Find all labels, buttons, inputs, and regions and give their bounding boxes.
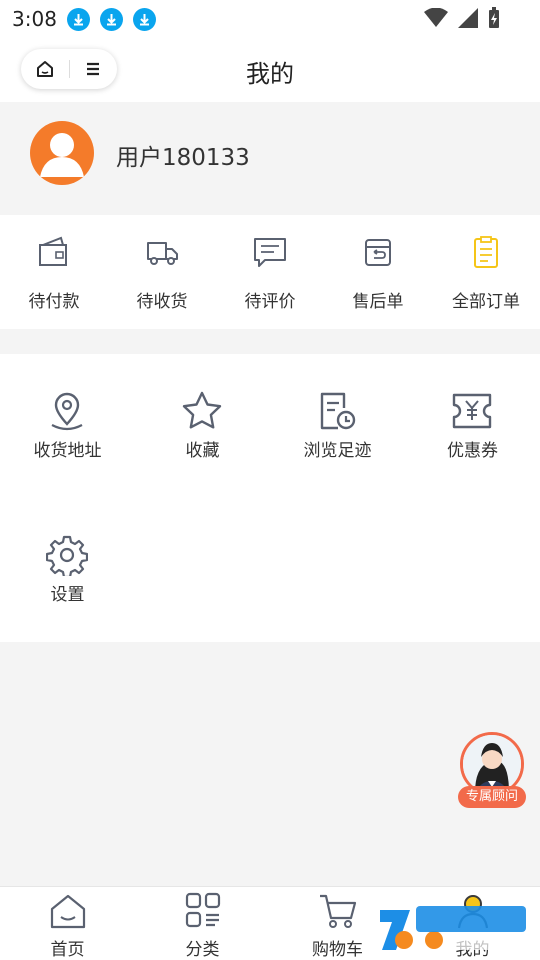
exclusive-advisor-button[interactable]: 专属顾问 [458, 732, 526, 808]
download-icon [132, 7, 156, 31]
comment-icon [254, 238, 286, 267]
wifi-icon [424, 8, 448, 27]
cart-icon [320, 894, 357, 928]
download-icon [99, 7, 123, 31]
service-label: 设置 [50, 585, 85, 605]
service-history[interactable]: 浏览足迹 [270, 390, 405, 470]
order-label: 售后单 [352, 292, 404, 312]
service-coupons[interactable]: 优惠券 [405, 390, 540, 470]
order-pending-payment[interactable]: 待付款 [0, 215, 108, 329]
username: 用户180133 [116, 145, 250, 171]
page-title: 我的 [246, 60, 294, 88]
category-icon [185, 892, 221, 928]
wallet-icon [39, 236, 67, 266]
order-label: 全部订单 [452, 292, 520, 312]
return-icon [365, 239, 391, 266]
service-label: 收货地址 [33, 441, 102, 461]
avatar[interactable] [30, 121, 94, 185]
gear-icon [46, 535, 88, 576]
site-watermark-logo [376, 898, 536, 956]
history-icon [320, 392, 356, 430]
download-icon [66, 7, 90, 31]
advisor-label: 专属顾问 [458, 786, 526, 808]
service-address[interactable]: 收货地址 [0, 390, 135, 470]
signal-icon [458, 8, 478, 28]
order-status-bar: 待付款 待收货 待评价 售后单 全部订单 [0, 215, 540, 329]
star-icon [182, 391, 222, 429]
service-settings[interactable]: 设置 [0, 534, 135, 614]
services-grid: 收货地址 收藏 浏览足迹 优惠券 设置 [0, 354, 540, 642]
tab-label: 首页 [50, 940, 85, 960]
battery-icon [489, 7, 499, 28]
tab-home[interactable]: 首页 [0, 887, 135, 960]
tab-label: 分类 [185, 940, 220, 960]
order-pending-receipt[interactable]: 待收货 [108, 215, 216, 329]
tab-category[interactable]: 分类 [135, 887, 270, 960]
location-icon [51, 392, 83, 431]
service-label: 优惠券 [447, 441, 498, 461]
order-label: 待收货 [136, 292, 188, 312]
clipboard-icon [474, 236, 498, 268]
home-icon [50, 894, 86, 929]
status-time: 3:08 [12, 7, 57, 31]
order-all[interactable]: 全部订单 [432, 215, 540, 329]
status-bar: 3:08 [0, 0, 540, 38]
service-favorites[interactable]: 收藏 [135, 390, 270, 470]
truck-icon [147, 242, 178, 265]
order-label: 待评价 [244, 292, 296, 312]
coupon-icon [452, 393, 492, 429]
header: 我的 [0, 38, 540, 102]
service-label: 浏览足迹 [303, 441, 372, 461]
order-label: 待付款 [28, 292, 80, 312]
order-after-sales[interactable]: 售后单 [324, 215, 432, 329]
user-avatar-icon [40, 133, 84, 177]
order-pending-review[interactable]: 待评价 [216, 215, 324, 329]
profile-section[interactable]: 用户180133 [0, 102, 540, 214]
service-label: 收藏 [185, 441, 220, 461]
